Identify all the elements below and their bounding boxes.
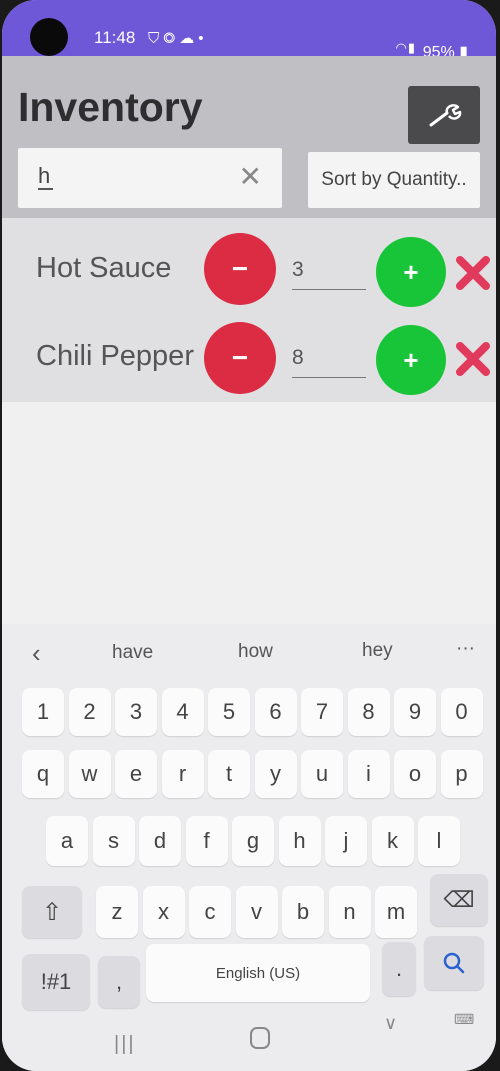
key-e[interactable]: e (115, 750, 157, 798)
keyboard-switch-icon[interactable]: ⌨ (454, 1011, 474, 1028)
close-icon (456, 342, 490, 376)
cloud-icon: ☁ (179, 30, 199, 47)
key-4[interactable]: 4 (161, 688, 204, 736)
app-header: Inventory h ✕ Sort by Quantity.. (2, 56, 496, 218)
empty-content-area (2, 402, 496, 624)
quantity-field[interactable]: 8 (292, 346, 366, 378)
delete-item-button[interactable] (454, 340, 492, 378)
quantity-field[interactable]: 3 (292, 258, 366, 290)
shift-key[interactable]: ⇧ (22, 886, 82, 938)
clear-search-icon[interactable]: ✕ (239, 160, 262, 193)
suggestion-bar: ‹ have how hey ··· (2, 624, 496, 686)
comma-key[interactable]: , (98, 956, 140, 1008)
key-m[interactable]: m (375, 886, 417, 938)
chevron-left-icon[interactable]: ‹ (32, 638, 41, 669)
suggestion-item[interactable]: how (238, 641, 273, 663)
key-h[interactable]: h (278, 816, 321, 866)
period-key[interactable]: . (382, 942, 416, 996)
backspace-key[interactable]: ⌫ (430, 874, 488, 926)
wrench-icon (429, 104, 462, 127)
signal-icons: ◠▮ (396, 40, 417, 56)
suggestion-item[interactable]: hey (362, 640, 393, 662)
key-b[interactable]: b (282, 886, 324, 938)
item-name: Chili Pepper (36, 340, 194, 372)
decrease-quantity-button[interactable]: − (204, 322, 276, 394)
plus-icon: + (403, 256, 419, 287)
more-options-icon[interactable]: ··· (456, 638, 475, 660)
key-0[interactable]: 0 (440, 688, 483, 736)
key-l[interactable]: l (418, 816, 460, 866)
home-icon[interactable] (250, 1027, 270, 1049)
key-1[interactable]: 1 (22, 688, 64, 736)
shift-icon: ⇧ (41, 898, 63, 926)
key-p[interactable]: p (440, 750, 483, 798)
key-c[interactable]: c (189, 886, 231, 938)
chat-icon: ◎ (163, 30, 180, 47)
key-n[interactable]: n (328, 886, 371, 938)
recent-apps-icon[interactable]: ||| (114, 1033, 136, 1056)
list-item: Chili Pepper − 8 + (2, 308, 496, 398)
settings-button[interactable] (408, 86, 480, 144)
key-f[interactable]: f (185, 816, 228, 866)
signal-icon: ▮ (407, 40, 416, 55)
camera-cutout (30, 18, 68, 56)
search-key[interactable] (424, 936, 484, 990)
key-i[interactable]: i (347, 750, 390, 798)
dot-icon: • (198, 30, 208, 47)
key-k[interactable]: k (371, 816, 414, 866)
space-key[interactable]: English (US) (146, 944, 370, 1002)
system-nav-bar: ||| ∨ ⌨ (2, 1011, 496, 1071)
key-t[interactable]: t (208, 750, 250, 798)
increase-quantity-button[interactable]: + (376, 325, 446, 395)
symbols-key[interactable]: !#1 (22, 954, 90, 1010)
key-q[interactable]: q (22, 750, 64, 798)
search-icon (443, 952, 465, 974)
key-7[interactable]: 7 (301, 688, 343, 736)
backspace-icon: ⌫ (443, 887, 475, 912)
list-item: Hot Sauce − 3 + (2, 218, 496, 308)
search-input-value: h (38, 164, 54, 190)
chevron-down-icon[interactable]: ∨ (384, 1013, 397, 1034)
minus-icon: − (231, 342, 249, 373)
search-input[interactable]: h ✕ (18, 148, 282, 208)
key-r[interactable]: r (161, 750, 204, 798)
key-d[interactable]: d (139, 816, 181, 866)
key-g[interactable]: g (232, 816, 274, 866)
key-z[interactable]: z (96, 886, 138, 938)
inventory-list: Hot Sauce − 3 + Chili Pepper − 8 + (2, 218, 496, 402)
key-u[interactable]: u (301, 750, 343, 798)
close-icon (456, 256, 490, 290)
key-5[interactable]: 5 (208, 688, 250, 736)
key-x[interactable]: x (142, 886, 185, 938)
wifi-icon: ◠ (395, 40, 408, 55)
sort-button[interactable]: Sort by Quantity.. (308, 152, 480, 208)
shield-icon: ⛉ (148, 30, 164, 47)
soft-keyboard: ‹ have how hey ··· 1234567890 qwertyuiop a… (2, 624, 496, 1071)
increase-quantity-button[interactable]: + (376, 237, 446, 307)
suggestion-item[interactable]: have (112, 642, 153, 664)
key-y[interactable]: y (254, 750, 297, 798)
key-8[interactable]: 8 (347, 688, 390, 736)
status-bar: 11:48 ⛉◎☁• ◠▮ 95% ▮ (2, 0, 496, 61)
key-o[interactable]: o (394, 750, 436, 798)
plus-icon: + (403, 344, 419, 375)
status-time: 11:48 (94, 28, 136, 47)
key-3[interactable]: 3 (115, 688, 157, 736)
phone-screen: 11:48 ⛉◎☁• ◠▮ 95% ▮ Inventory h ✕ Sort b… (2, 0, 496, 1071)
page-title: Inventory (18, 84, 203, 130)
key-v[interactable]: v (235, 886, 278, 938)
key-9[interactable]: 9 (394, 688, 436, 736)
key-w[interactable]: w (68, 750, 111, 798)
key-6[interactable]: 6 (254, 688, 297, 736)
key-j[interactable]: j (325, 816, 367, 866)
key-2[interactable]: 2 (68, 688, 111, 736)
notification-icons: ⛉◎☁• (148, 29, 208, 47)
decrease-quantity-button[interactable]: − (204, 233, 276, 305)
delete-item-button[interactable] (454, 254, 492, 292)
minus-icon: − (231, 253, 249, 284)
item-name: Hot Sauce (36, 252, 172, 284)
key-s[interactable]: s (92, 816, 135, 866)
key-a[interactable]: a (46, 816, 88, 866)
